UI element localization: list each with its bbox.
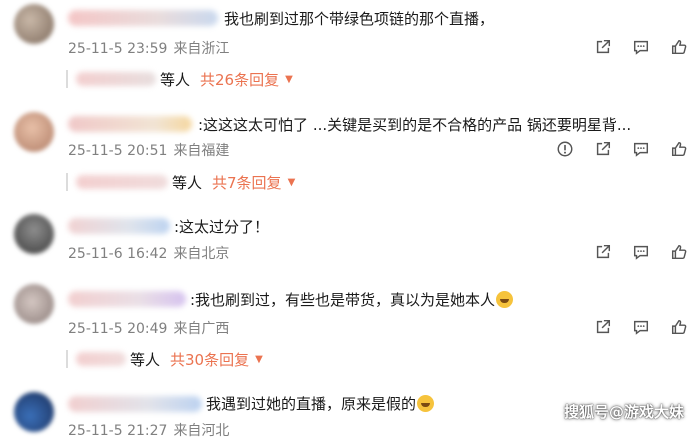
share-icon[interactable] xyxy=(584,138,622,160)
comment-actions xyxy=(546,138,698,160)
laugh-cry-emoji-icon xyxy=(496,291,514,308)
reply-usernames xyxy=(76,72,156,86)
share-icon[interactable] xyxy=(584,241,622,263)
reply-count[interactable]: 共30条回复 xyxy=(170,349,249,370)
like-icon[interactable] xyxy=(660,36,698,58)
watermark: 搜狐号@游戏大妹 xyxy=(563,403,684,421)
avatar[interactable] xyxy=(14,214,54,254)
comment-icon[interactable] xyxy=(622,138,660,160)
report-icon[interactable] xyxy=(546,138,584,160)
comment-location: 来自浙江 xyxy=(173,41,230,57)
reply-count[interactable]: 共7条回复 xyxy=(212,172,282,193)
comment-location: 来自北京 xyxy=(173,246,230,262)
comment-text-body: 我遇到过她的直播，原来是假的 xyxy=(206,395,417,413)
like-icon[interactable] xyxy=(660,241,698,263)
username[interactable] xyxy=(68,396,202,412)
comment-meta: 25-11-6 16:42 来自北京 xyxy=(68,243,229,263)
comment-time: 25-11-5 23:59 xyxy=(68,41,168,57)
avatar[interactable] xyxy=(14,112,54,152)
like-icon[interactable] xyxy=(660,138,698,160)
reply-who: 等人 xyxy=(172,173,203,192)
reply-summary[interactable]: 等人 共30条回复 ▼ xyxy=(66,346,263,372)
comment-location: 来自福建 xyxy=(173,143,230,159)
comment-time: 25-11-5 20:49 xyxy=(68,321,168,337)
comment-text: :这太过分了！ xyxy=(174,218,270,236)
comment-time: 25-11-6 16:42 xyxy=(68,246,168,262)
comment-meta: 25-11-5 21:27 来自河北 xyxy=(68,420,229,440)
reply-summary[interactable]: 等人 共26条回复 ▼ xyxy=(66,66,293,92)
chevron-down-icon[interactable]: ▼ xyxy=(285,74,293,85)
comment-text: 我也刷到过那个带绿色项链的那个直播， xyxy=(224,10,495,28)
comment-icon[interactable] xyxy=(622,316,660,338)
reply-divider xyxy=(66,350,68,368)
reply-divider xyxy=(66,70,68,88)
comment-location: 来自广西 xyxy=(173,321,230,337)
chevron-down-icon[interactable]: ▼ xyxy=(255,354,263,365)
reply-count[interactable]: 共26条回复 xyxy=(200,69,279,90)
comment-location: 来自河北 xyxy=(173,423,230,439)
avatar[interactable] xyxy=(14,4,54,44)
comment-text: :我也刷到过，有些也是带货，真以为是她本人 xyxy=(190,289,514,310)
comment-meta: 25-11-5 23:59 来自浙江 xyxy=(68,38,229,58)
comment-actions xyxy=(584,241,698,263)
share-icon[interactable] xyxy=(584,316,622,338)
comment-time: 25-11-5 21:27 xyxy=(68,423,168,439)
comment-actions xyxy=(584,36,698,58)
reply-who: 等人 xyxy=(130,350,161,369)
avatar[interactable] xyxy=(14,284,54,324)
laugh-cry-emoji-icon xyxy=(417,395,435,412)
reply-summary[interactable]: 等人 共7条回复 ▼ xyxy=(66,169,295,195)
comment-time: 25-11-5 20:51 xyxy=(68,143,168,159)
username[interactable] xyxy=(68,291,186,307)
comment-text: :这这这太可怕了 ...关键是买到的是不合格的产品 锅还要明星背... xyxy=(198,116,632,134)
comment-text: 我遇到过她的直播，原来是假的 xyxy=(206,393,435,414)
comment-actions xyxy=(584,316,698,338)
comment-icon[interactable] xyxy=(622,241,660,263)
avatar[interactable] xyxy=(14,392,54,432)
comment-icon[interactable] xyxy=(622,36,660,58)
chevron-down-icon[interactable]: ▼ xyxy=(288,177,296,188)
comment-meta: 25-11-5 20:49 来自广西 xyxy=(68,318,229,338)
username[interactable] xyxy=(68,218,170,234)
reply-usernames xyxy=(76,175,168,189)
comment-text-body: :我也刷到过，有些也是带货，真以为是她本人 xyxy=(190,291,496,309)
reply-usernames xyxy=(76,352,126,366)
share-icon[interactable] xyxy=(584,36,622,58)
like-icon[interactable] xyxy=(660,316,698,338)
reply-divider xyxy=(66,173,68,191)
username[interactable] xyxy=(68,116,192,132)
comment-meta: 25-11-5 20:51 来自福建 xyxy=(68,140,229,160)
username[interactable] xyxy=(68,10,218,26)
reply-who: 等人 xyxy=(160,70,191,89)
